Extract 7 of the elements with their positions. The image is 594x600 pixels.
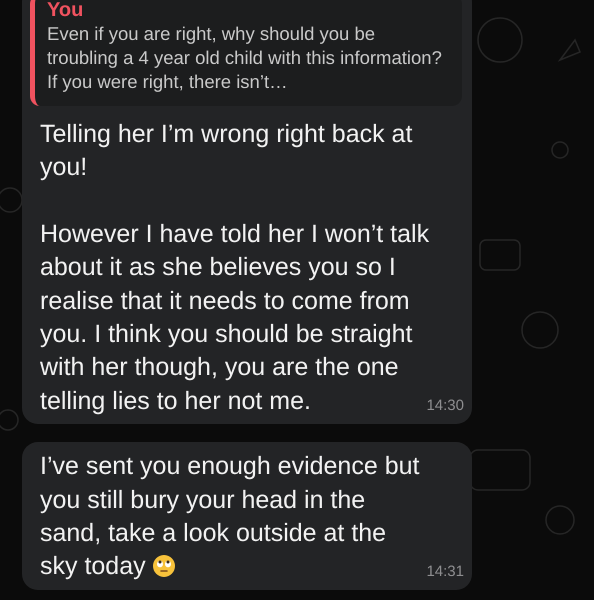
quote-text: Even if you are right, why should you be troubling a 4 year old child with this information? If you were right, there isn’t…: [47, 22, 443, 94]
message-text: Telling her I’m wrong right back at you!: [40, 119, 414, 184]
message-text: I’ve sent you enough evidence but you still bury your head in the sand, take a look outside at the sky today: [40, 451, 420, 582]
message-time: 14:31: [426, 562, 464, 582]
quoted-message[interactable]: You Even if you are right, why should you be troubling a 4 year old child with this information? If you were right, there isn’t…: [30, 0, 462, 106]
message-time: 14:30: [426, 396, 464, 416]
quote-author: You: [47, 0, 84, 20]
